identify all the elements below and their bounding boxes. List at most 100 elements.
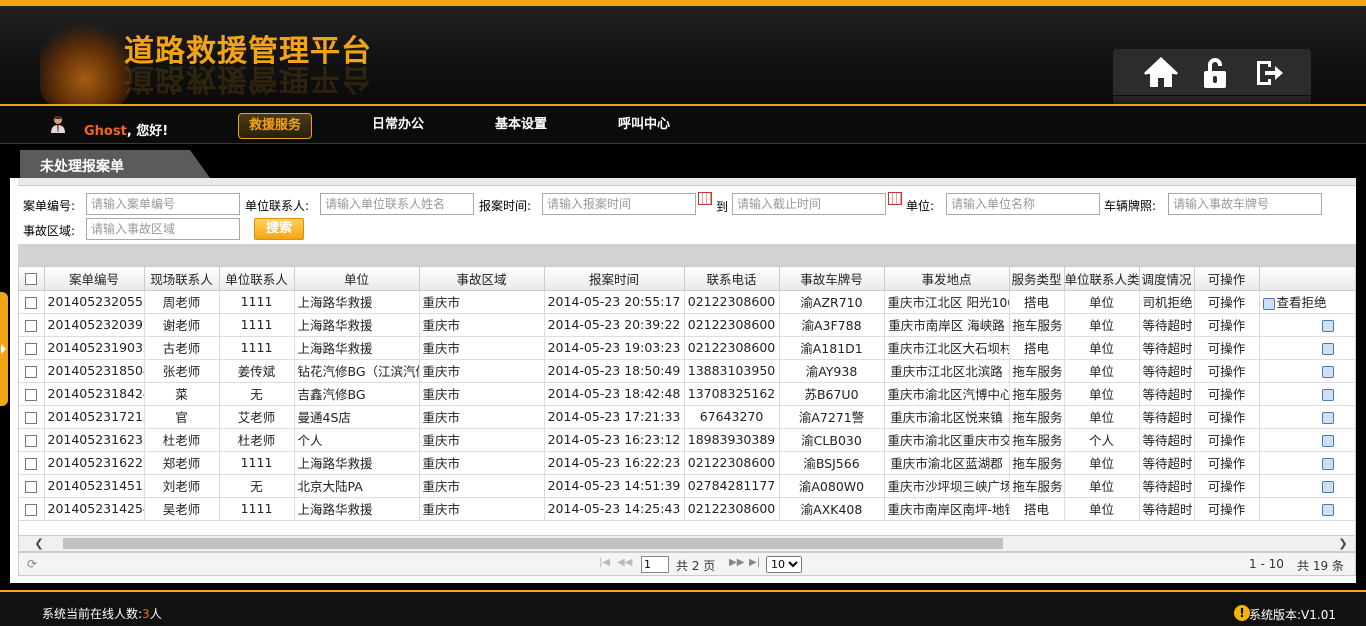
view-icon[interactable] xyxy=(1321,319,1334,332)
scrollbar-thumb[interactable] xyxy=(63,538,1003,549)
refresh-icon[interactable]: ⟳ xyxy=(27,557,37,571)
select-all-checkbox[interactable] xyxy=(25,273,38,286)
row-checkbox[interactable] xyxy=(25,480,38,493)
col-service-type[interactable]: 服务类型 xyxy=(1009,267,1065,291)
range-text: 1 - 10 xyxy=(1249,557,1284,571)
col-case-no[interactable]: 案单编号 xyxy=(44,267,145,291)
next-page-icon[interactable]: ▶▶ xyxy=(729,557,744,568)
cell-extra-action[interactable] xyxy=(1259,313,1355,337)
cell-extra-action[interactable] xyxy=(1259,428,1355,452)
row-select-cell xyxy=(19,451,45,475)
col-location[interactable]: 事发地点 xyxy=(884,267,1010,291)
footer: 系统当前在线人数:3人 ! 系统版本:V1.01 xyxy=(0,592,1366,626)
col-contact-type[interactable]: 单位联系人类 xyxy=(1064,267,1140,291)
view-icon[interactable] xyxy=(1321,411,1334,424)
cell-phone: 02784281177 xyxy=(684,474,780,498)
row-checkbox[interactable] xyxy=(25,411,38,424)
row-select-cell xyxy=(19,474,45,498)
cell-unit: 吉鑫汽修BG xyxy=(294,382,420,406)
table-row[interactable]: 2014052316222343郑老师1111上海路华救援重庆市2014-05-… xyxy=(19,451,1355,475)
cell-extra-action[interactable] xyxy=(1259,405,1355,429)
report-time-input[interactable] xyxy=(542,193,696,215)
table-row[interactable]: 2014052316231198杜老师杜老师个人重庆市2014-05-23 16… xyxy=(19,428,1355,452)
page-number-input[interactable] xyxy=(641,556,669,573)
view-icon[interactable] xyxy=(1321,434,1334,447)
row-checkbox[interactable] xyxy=(25,342,38,355)
case-no-label: 案单编号: xyxy=(23,199,76,213)
logout-icon[interactable] xyxy=(1249,53,1289,93)
row-checkbox[interactable] xyxy=(25,503,38,516)
scroll-right-arrow-icon[interactable]: ❯ xyxy=(1335,536,1351,552)
table-row[interactable]: 2014052318424773菜无吉鑫汽修BG重庆市2014-05-23 18… xyxy=(19,382,1355,406)
calendar-icon[interactable] xyxy=(698,192,712,205)
view-refusal-link[interactable]: 查看拒绝 xyxy=(1277,295,1327,310)
prev-page-icon[interactable]: ◀◀ xyxy=(617,557,632,568)
last-page-icon[interactable]: ▶| xyxy=(749,557,760,568)
reports-grid: 案单编号 现场联系人 单位联系人 单位 事故区域 报案时间 联系电话 事故车牌号… xyxy=(18,266,1356,536)
col-phone[interactable]: 联系电话 xyxy=(684,267,780,291)
row-checkbox[interactable] xyxy=(25,319,38,332)
col-plate[interactable]: 事故车牌号 xyxy=(779,267,885,291)
row-checkbox[interactable] xyxy=(25,365,38,378)
table-row[interactable]: 2014052319032251古老师1111上海路华救援重庆市2014-05-… xyxy=(19,336,1355,360)
cell-report-time: 2014-05-23 20:39:22 xyxy=(544,313,685,337)
cell-extra-action[interactable] xyxy=(1259,474,1355,498)
cell-extra-action[interactable] xyxy=(1259,451,1355,475)
cell-unit-contact: 杜老师 xyxy=(219,428,295,452)
scroll-left-arrow-icon[interactable]: ❮ xyxy=(31,536,47,552)
nav-item-basic-settings[interactable]: 基本设置 xyxy=(495,113,547,139)
page-size-select[interactable]: 10 xyxy=(766,556,802,573)
col-unit-contact[interactable]: 单位联系人 xyxy=(219,267,295,291)
side-collapse-handle[interactable] xyxy=(0,292,8,406)
nav-item-rescue-service[interactable]: 救援服务 xyxy=(238,113,313,139)
view-icon[interactable] xyxy=(1321,457,1334,470)
view-icon[interactable] xyxy=(1321,388,1334,401)
row-checkbox[interactable] xyxy=(25,434,38,447)
cell-unit-contact: 姜传斌 xyxy=(219,359,295,383)
cell-area: 重庆市 xyxy=(419,336,545,360)
cell-extra-action[interactable]: 查看拒绝 xyxy=(1259,290,1355,314)
col-unit[interactable]: 单位 xyxy=(294,267,420,291)
view-icon[interactable] xyxy=(1321,365,1334,378)
nav-item-daily-office[interactable]: 日常办公 xyxy=(372,113,424,139)
table-row[interactable]: 2014052314254334吴老师1111上海路华救援重庆市2014-05-… xyxy=(19,497,1355,521)
cell-location: 重庆市渝北区重庆市交 xyxy=(884,428,1010,452)
to-label: 到 xyxy=(716,200,729,214)
horizontal-scrollbar[interactable]: ❮ ❯ xyxy=(18,536,1356,552)
table-row[interactable]: 2014052314513956刘老师无北京大陆PA重庆市2014-05-23 … xyxy=(19,474,1355,498)
col-dispatch[interactable]: 调度情况 xyxy=(1139,267,1195,291)
calendar-icon[interactable] xyxy=(888,192,902,205)
nav-item-call-center[interactable]: 呼叫中心 xyxy=(618,113,670,139)
cell-extra-action[interactable] xyxy=(1259,359,1355,383)
home-icon[interactable] xyxy=(1141,53,1181,93)
view-icon[interactable] xyxy=(1321,480,1334,493)
col-operable[interactable]: 可操作 xyxy=(1194,267,1260,291)
cell-extra-action[interactable] xyxy=(1259,336,1355,360)
unlock-icon[interactable] xyxy=(1195,53,1235,93)
table-row[interactable]: 2014052320551723周老师1111上海路华救援重庆市2014-05-… xyxy=(19,290,1355,314)
row-checkbox[interactable] xyxy=(25,457,38,470)
case-no-input[interactable] xyxy=(86,193,240,215)
unit-input[interactable] xyxy=(946,193,1100,215)
view-icon[interactable] xyxy=(1321,342,1334,355)
col-report-time[interactable]: 报案时间 xyxy=(544,267,685,291)
table-row[interactable]: 2014052318504868张老师姜传斌钻花汽修BG（江滨汽修重庆市2014… xyxy=(19,359,1355,383)
cell-case-no: 2014052316222343 xyxy=(44,451,145,475)
table-row[interactable]: 2014052320392165谢老师1111上海路华救援重庆市2014-05-… xyxy=(19,313,1355,337)
area-input[interactable] xyxy=(86,218,240,240)
row-checkbox[interactable] xyxy=(25,388,38,401)
row-checkbox[interactable] xyxy=(25,296,38,309)
col-site-contact[interactable]: 现场联系人 xyxy=(144,267,220,291)
cell-extra-action[interactable] xyxy=(1259,382,1355,406)
tab-unprocessed-reports[interactable]: 未处理报案单 xyxy=(20,150,210,178)
cell-extra-action[interactable] xyxy=(1259,497,1355,521)
col-area[interactable]: 事故区域 xyxy=(419,267,545,291)
plate-input[interactable] xyxy=(1168,193,1322,215)
search-button[interactable]: 搜索 xyxy=(254,218,304,240)
first-page-icon[interactable]: |◀ xyxy=(599,557,610,568)
view-icon[interactable] xyxy=(1262,297,1275,310)
view-icon[interactable] xyxy=(1321,503,1334,516)
table-row[interactable]: 2014052317213354官艾老师曼通4S店重庆市2014-05-23 1… xyxy=(19,405,1355,429)
unit-contact-input[interactable] xyxy=(320,193,474,215)
end-time-input[interactable] xyxy=(732,193,886,215)
